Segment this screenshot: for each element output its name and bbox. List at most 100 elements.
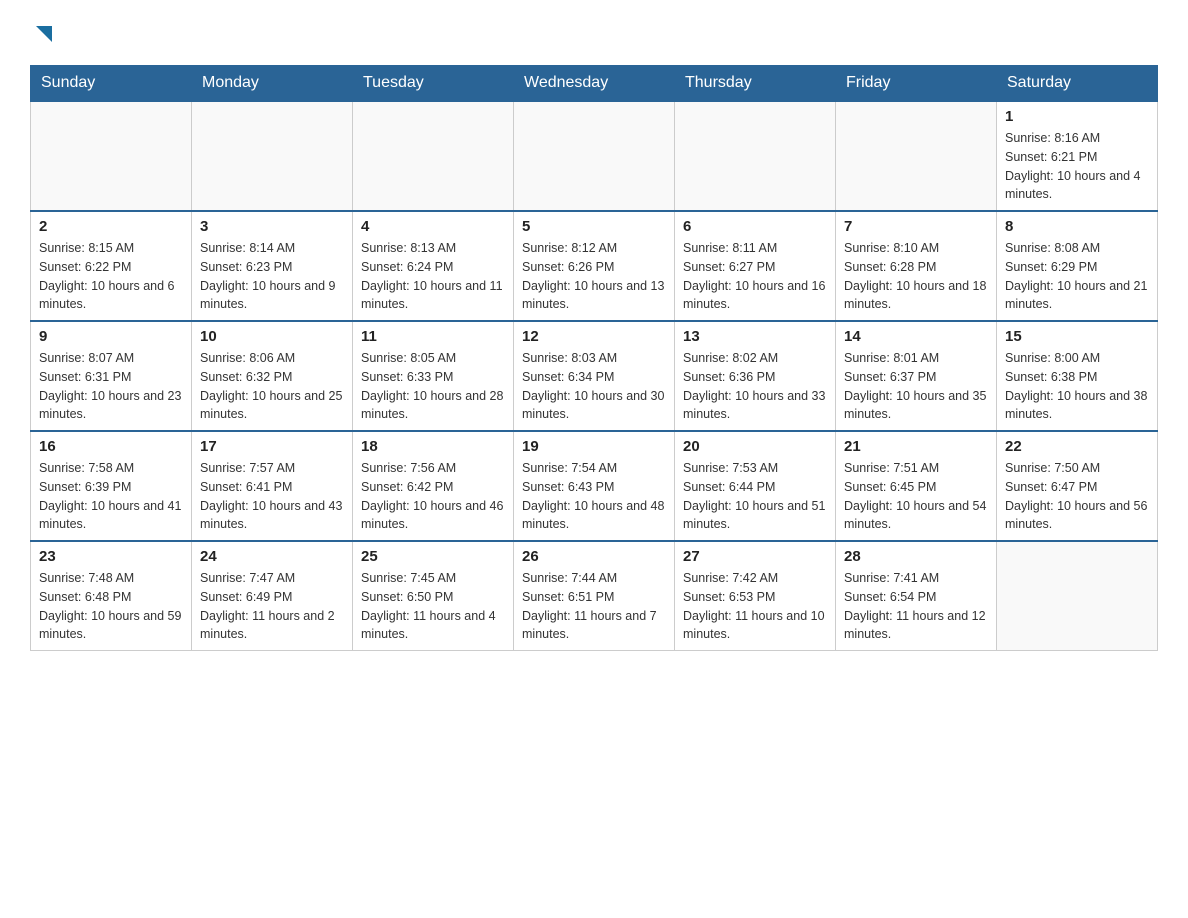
calendar-cell: 25 Sunrise: 7:45 AMSunset: 6:50 PMDayligh… (353, 541, 514, 651)
day-info: Sunrise: 8:03 AMSunset: 6:34 PMDaylight:… (522, 349, 666, 424)
header-sunday: Sunday (31, 66, 192, 102)
day-info: Sunrise: 8:12 AMSunset: 6:26 PMDaylight:… (522, 239, 666, 314)
calendar-cell: 10Sunrise: 8:06 AMSunset: 6:32 PMDayligh… (192, 321, 353, 431)
day-info: Sunrise: 8:10 AMSunset: 6:28 PMDaylight:… (844, 239, 988, 314)
calendar-week-row: 16 Sunrise: 7:58 AMSunset: 6:39 PMDayligh… (31, 431, 1158, 541)
calendar-cell: 15 Sunrise: 8:00 AMSunset: 6:38 PMDayligh… (997, 321, 1158, 431)
day-info: Sunrise: 7:41 AMSunset: 6:54 PMDaylight:… (844, 569, 988, 644)
calendar-cell: 1 Sunrise: 8:16 AMSunset: 6:21 PMDaylight… (997, 101, 1158, 211)
day-number: 16 (39, 438, 183, 455)
calendar-cell: 11 Sunrise: 8:05 AMSunset: 6:33 PMDayligh… (353, 321, 514, 431)
day-info: Sunrise: 7:48 AMSunset: 6:48 PMDaylight:… (39, 569, 183, 644)
day-info: Sunrise: 8:16 AMSunset: 6:21 PMDaylight:… (1005, 129, 1149, 204)
calendar-cell: 4 Sunrise: 8:13 AMSunset: 6:24 PMDaylight… (353, 211, 514, 321)
day-info: Sunrise: 7:45 AMSunset: 6:50 PMDaylight:… (361, 569, 505, 644)
header-wednesday: Wednesday (514, 66, 675, 102)
calendar-cell: 12 Sunrise: 8:03 AMSunset: 6:34 PMDayligh… (514, 321, 675, 431)
calendar-cell: 27Sunrise: 7:42 AMSunset: 6:53 PMDayligh… (675, 541, 836, 651)
calendar-cell: 14Sunrise: 8:01 AMSunset: 6:37 PMDayligh… (836, 321, 997, 431)
day-info: Sunrise: 7:50 AMSunset: 6:47 PMDaylight:… (1005, 459, 1149, 534)
day-number: 11 (361, 328, 505, 345)
day-info: Sunrise: 7:58 AMSunset: 6:39 PMDaylight:… (39, 459, 183, 534)
day-number: 9 (39, 328, 183, 345)
header-saturday: Saturday (997, 66, 1158, 102)
day-number: 25 (361, 548, 505, 565)
day-number: 6 (683, 218, 827, 235)
header-tuesday: Tuesday (353, 66, 514, 102)
calendar-cell: 19 Sunrise: 7:54 AMSunset: 6:43 PMDayligh… (514, 431, 675, 541)
day-info: Sunrise: 7:57 AMSunset: 6:41 PMDaylight:… (200, 459, 344, 534)
calendar-table: Sunday Monday Tuesday Wednesday Thursday… (30, 65, 1158, 651)
day-number: 10 (200, 328, 344, 345)
day-info: Sunrise: 7:51 AMSunset: 6:45 PMDaylight:… (844, 459, 988, 534)
day-number: 2 (39, 218, 183, 235)
calendar-cell (675, 101, 836, 211)
day-number: 22 (1005, 438, 1149, 455)
day-info: Sunrise: 8:11 AMSunset: 6:27 PMDaylight:… (683, 239, 827, 314)
day-number: 4 (361, 218, 505, 235)
calendar-cell: 17Sunrise: 7:57 AMSunset: 6:41 PMDayligh… (192, 431, 353, 541)
day-number: 28 (844, 548, 988, 565)
calendar-cell: 22 Sunrise: 7:50 AMSunset: 6:47 PMDayligh… (997, 431, 1158, 541)
day-info: Sunrise: 7:54 AMSunset: 6:43 PMDaylight:… (522, 459, 666, 534)
day-info: Sunrise: 8:08 AMSunset: 6:29 PMDaylight:… (1005, 239, 1149, 314)
calendar-cell: 8 Sunrise: 8:08 AMSunset: 6:29 PMDaylight… (997, 211, 1158, 321)
day-info: Sunrise: 8:00 AMSunset: 6:38 PMDaylight:… (1005, 349, 1149, 424)
calendar-cell: 16 Sunrise: 7:58 AMSunset: 6:39 PMDayligh… (31, 431, 192, 541)
day-number: 7 (844, 218, 988, 235)
day-number: 24 (200, 548, 344, 565)
calendar-cell: 24Sunrise: 7:47 AMSunset: 6:49 PMDayligh… (192, 541, 353, 651)
calendar-cell: 13Sunrise: 8:02 AMSunset: 6:36 PMDayligh… (675, 321, 836, 431)
day-info: Sunrise: 7:53 AMSunset: 6:44 PMDaylight:… (683, 459, 827, 534)
calendar-cell: 28 Sunrise: 7:41 AMSunset: 6:54 PMDayligh… (836, 541, 997, 651)
day-info: Sunrise: 8:13 AMSunset: 6:24 PMDaylight:… (361, 239, 505, 314)
calendar-cell: 2 Sunrise: 8:15 AMSunset: 6:22 PMDaylight… (31, 211, 192, 321)
calendar-cell (836, 101, 997, 211)
header-monday: Monday (192, 66, 353, 102)
calendar-cell: 20Sunrise: 7:53 AMSunset: 6:44 PMDayligh… (675, 431, 836, 541)
header-thursday: Thursday (675, 66, 836, 102)
calendar-cell: 5 Sunrise: 8:12 AMSunset: 6:26 PMDaylight… (514, 211, 675, 321)
calendar-week-row: 9 Sunrise: 8:07 AMSunset: 6:31 PMDaylight… (31, 321, 1158, 431)
day-number: 1 (1005, 108, 1149, 125)
logo-triangle-icon (32, 22, 54, 44)
day-info: Sunrise: 7:44 AMSunset: 6:51 PMDaylight:… (522, 569, 666, 644)
day-number: 8 (1005, 218, 1149, 235)
day-info: Sunrise: 8:14 AMSunset: 6:23 PMDaylight:… (200, 239, 344, 314)
calendar-cell: 6 Sunrise: 8:11 AMSunset: 6:27 PMDaylight… (675, 211, 836, 321)
calendar-cell: 7 Sunrise: 8:10 AMSunset: 6:28 PMDaylight… (836, 211, 997, 321)
calendar-cell (997, 541, 1158, 651)
day-number: 15 (1005, 328, 1149, 345)
day-number: 23 (39, 548, 183, 565)
day-info: Sunrise: 8:01 AMSunset: 6:37 PMDaylight:… (844, 349, 988, 424)
day-number: 3 (200, 218, 344, 235)
day-info: Sunrise: 7:56 AMSunset: 6:42 PMDaylight:… (361, 459, 505, 534)
day-info: Sunrise: 8:02 AMSunset: 6:36 PMDaylight:… (683, 349, 827, 424)
day-number: 26 (522, 548, 666, 565)
calendar-cell (353, 101, 514, 211)
calendar-cell (31, 101, 192, 211)
calendar-cell: 26 Sunrise: 7:44 AMSunset: 6:51 PMDayligh… (514, 541, 675, 651)
day-number: 12 (522, 328, 666, 345)
calendar-cell: 18 Sunrise: 7:56 AMSunset: 6:42 PMDayligh… (353, 431, 514, 541)
day-number: 18 (361, 438, 505, 455)
logo (30, 20, 54, 49)
calendar-cell: 21 Sunrise: 7:51 AMSunset: 6:45 PMDayligh… (836, 431, 997, 541)
page-header (30, 20, 1158, 49)
day-info: Sunrise: 8:15 AMSunset: 6:22 PMDaylight:… (39, 239, 183, 314)
day-number: 21 (844, 438, 988, 455)
day-info: Sunrise: 7:42 AMSunset: 6:53 PMDaylight:… (683, 569, 827, 644)
header-friday: Friday (836, 66, 997, 102)
calendar-cell: 23 Sunrise: 7:48 AMSunset: 6:48 PMDayligh… (31, 541, 192, 651)
calendar-cell: 3 Sunrise: 8:14 AMSunset: 6:23 PMDaylight… (192, 211, 353, 321)
calendar-cell (514, 101, 675, 211)
calendar-cell: 9 Sunrise: 8:07 AMSunset: 6:31 PMDaylight… (31, 321, 192, 431)
calendar-week-row: 1 Sunrise: 8:16 AMSunset: 6:21 PMDaylight… (31, 101, 1158, 211)
calendar-week-row: 23 Sunrise: 7:48 AMSunset: 6:48 PMDayligh… (31, 541, 1158, 651)
calendar-week-row: 2 Sunrise: 8:15 AMSunset: 6:22 PMDaylight… (31, 211, 1158, 321)
day-info: Sunrise: 8:07 AMSunset: 6:31 PMDaylight:… (39, 349, 183, 424)
day-number: 5 (522, 218, 666, 235)
weekday-header-row: Sunday Monday Tuesday Wednesday Thursday… (31, 66, 1158, 102)
day-number: 19 (522, 438, 666, 455)
day-info: Sunrise: 8:05 AMSunset: 6:33 PMDaylight:… (361, 349, 505, 424)
